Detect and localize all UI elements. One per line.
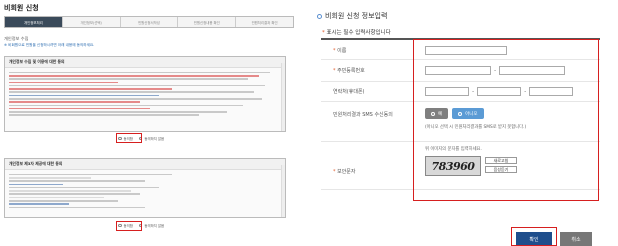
section-title: 개인정보 수집 <box>4 36 29 41</box>
consent-box-2-scrollbar[interactable] <box>281 165 285 217</box>
consent-box-1-scrollbar[interactable] <box>281 63 285 131</box>
tab-step-1[interactable]: 개인정보처리 <box>5 17 63 27</box>
label-sms: 민원처리결과 SMS 수신동의 <box>333 112 393 118</box>
form-title-text: 비회원 신청 정보입력 <box>325 12 388 20</box>
disagree-1-label[interactable]: 동의하지 않음 <box>144 136 164 141</box>
consent-box-2-title: 개인정보 제3자 제공에 대한 동의 <box>5 159 285 170</box>
consent-box-1[interactable]: 개인정보 수집 및 이용에 대한 동의 <box>4 56 286 132</box>
required-note-text: 표시는 필수 입력사항입니다 <box>326 30 391 36</box>
label-captcha: * 보안문자 <box>333 169 356 175</box>
tab-step-5[interactable]: 민원처리결과 확인 <box>236 17 293 27</box>
step-tabs: 개인정보처리 개인정보(선택) 민원신청서작성 민원신청내용 확인 민원처리결과… <box>4 16 294 28</box>
tab-step-2[interactable]: 개인정보(선택) <box>62 17 121 27</box>
consent-box-1-text <box>5 68 285 120</box>
consent-box-2-text <box>5 170 285 212</box>
highlight-confirm <box>511 227 557 246</box>
consent-box-1-title: 개인정보 수집 및 이용에 대한 동의 <box>5 57 285 68</box>
label-name: * 이름 <box>333 48 347 54</box>
section-note: ※ 비회원으로 민원을 신청하시려면 아래 내용에 동의하세요. <box>4 43 95 47</box>
highlight-form-inputs <box>413 39 599 201</box>
required-star-icon: * <box>322 30 325 36</box>
tab-step-3[interactable]: 민원신청서작성 <box>120 17 179 27</box>
page-title: 비회원 신청 <box>4 4 39 12</box>
cancel-button[interactable]: 취소 <box>560 232 592 246</box>
label-rrn: * 주민등록번호 <box>333 68 365 74</box>
disagree-2-label[interactable]: 동의하지 않음 <box>144 223 164 228</box>
form-title: 비회원 신청 정보입력 <box>317 11 387 21</box>
bullet-icon <box>317 13 322 19</box>
highlight-agree-1 <box>116 133 142 143</box>
label-phone: 연락처(휴대폰) <box>333 89 365 95</box>
tab-step-4[interactable]: 민원신청내용 확인 <box>178 17 237 27</box>
left-panel: 비회원 신청 개인정보처리 개인정보(선택) 민원신청서작성 민원신청내용 확인… <box>0 0 300 246</box>
required-note: * 표시는 필수 입력사항입니다 <box>322 28 391 36</box>
highlight-agree-2 <box>116 221 142 231</box>
consent-box-2[interactable]: 개인정보 제3자 제공에 대한 동의 <box>4 158 286 218</box>
